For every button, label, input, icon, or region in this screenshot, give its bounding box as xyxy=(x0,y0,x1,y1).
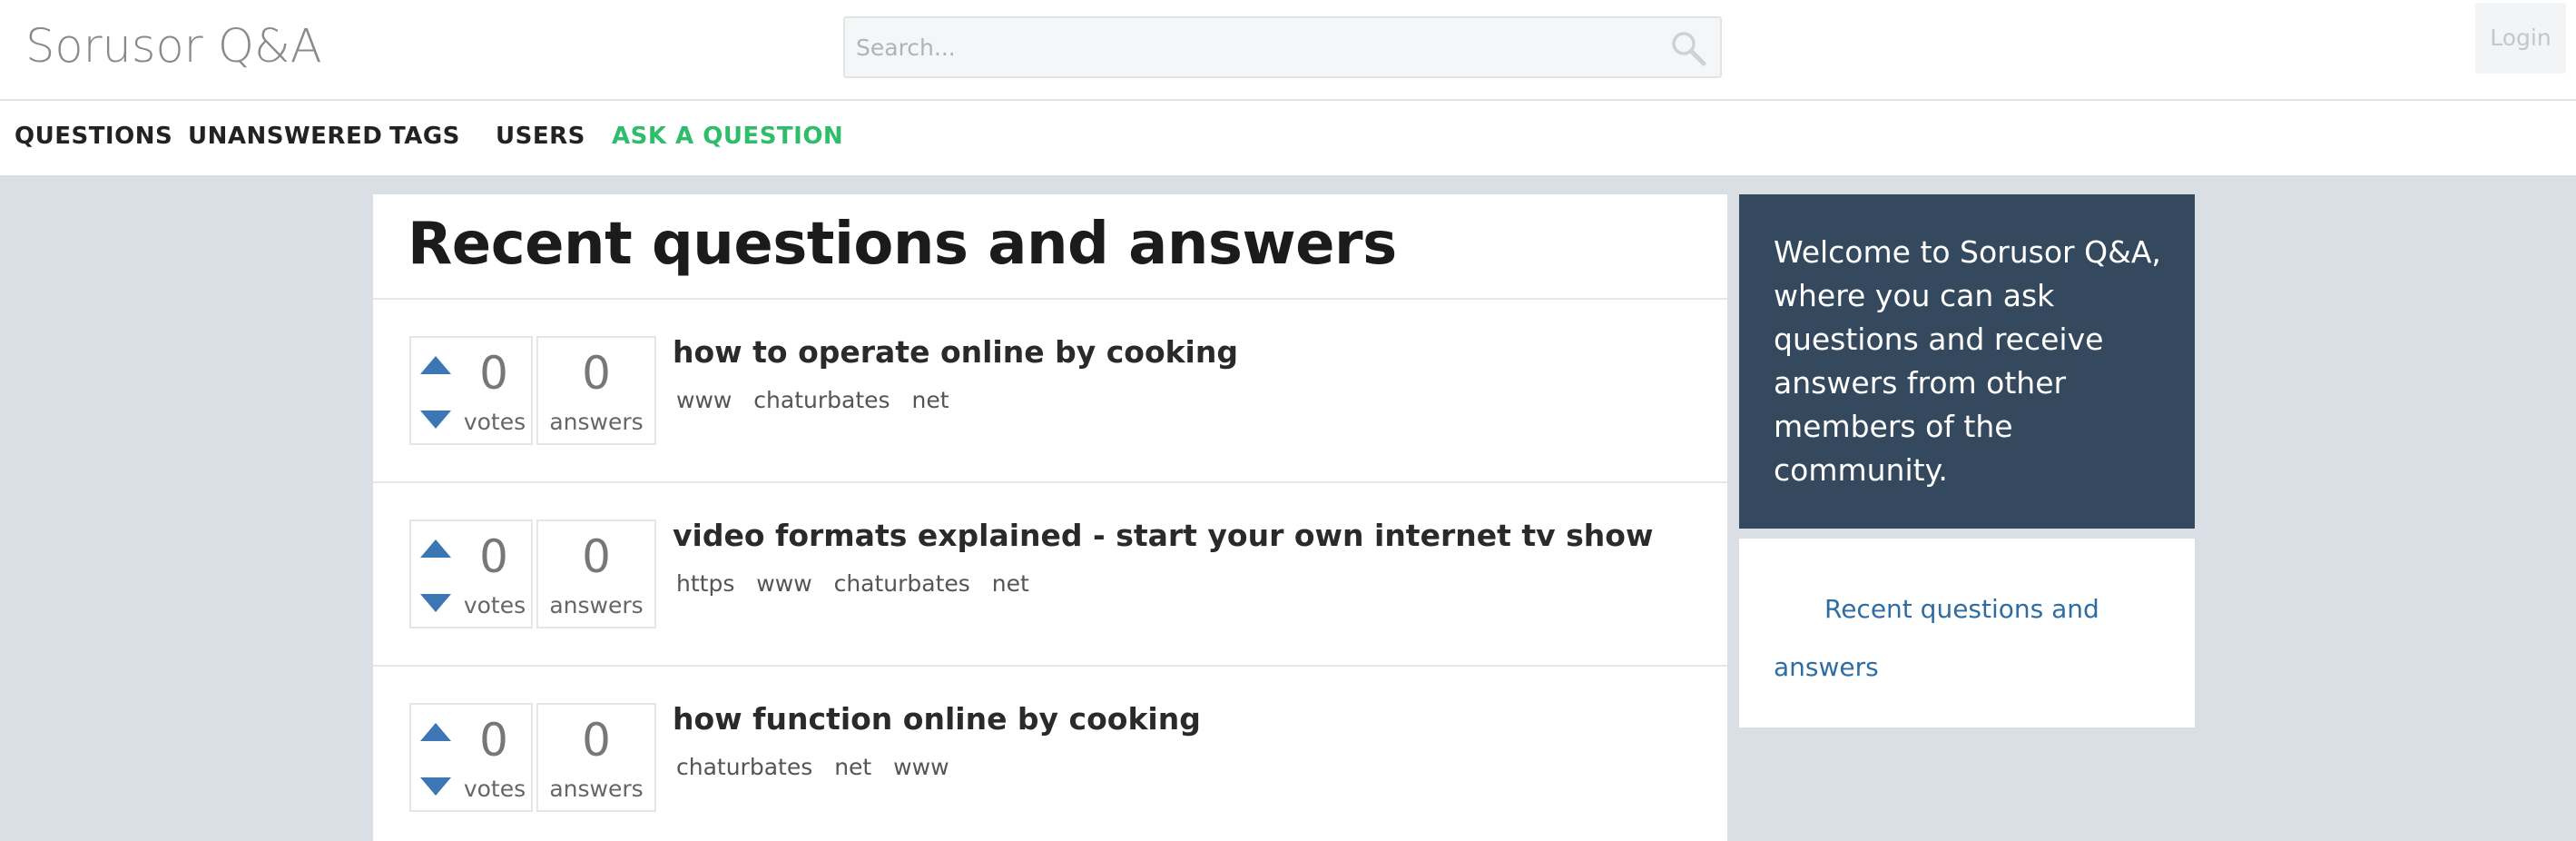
vote-box: 0 votes xyxy=(409,703,533,812)
vote-down-icon[interactable] xyxy=(420,777,451,796)
search-input[interactable] xyxy=(845,18,1720,76)
question-title[interactable]: how to operate online by cooking xyxy=(673,334,1238,370)
answers-label: answers xyxy=(549,776,644,802)
vote-box: 0 votes xyxy=(409,519,533,628)
vote-down-icon[interactable] xyxy=(420,594,451,612)
question-tags: www chaturbates net xyxy=(676,387,964,413)
nav-unanswered[interactable]: UNANSWERED xyxy=(188,123,382,150)
search-icon xyxy=(1672,32,1706,66)
search-bar xyxy=(843,16,1722,78)
search-button[interactable] xyxy=(1669,29,1709,69)
answer-count: 0 xyxy=(582,714,611,767)
tag[interactable]: www xyxy=(756,570,811,597)
vote-up-icon[interactable] xyxy=(420,539,451,558)
question-item: 0 votes 0 answers how function online by… xyxy=(373,667,1727,841)
vote-up-icon[interactable] xyxy=(420,356,451,374)
answer-count-box: 0 answers xyxy=(536,336,656,445)
vote-down-icon[interactable] xyxy=(420,411,451,429)
tag[interactable]: chaturbates xyxy=(753,387,890,413)
tag[interactable]: chaturbates xyxy=(834,570,970,597)
page-title: Recent questions and answers xyxy=(408,211,1397,278)
answer-count-box: 0 answers xyxy=(536,703,656,812)
tag[interactable]: www xyxy=(676,387,732,413)
vote-count: 0 xyxy=(479,714,508,767)
question-tags: https www chaturbates net xyxy=(676,570,1044,597)
vote-count: 0 xyxy=(479,347,508,400)
answer-count: 0 xyxy=(582,347,611,400)
answer-count-box: 0 answers xyxy=(536,519,656,628)
votes-label: votes xyxy=(463,409,526,435)
answers-label: answers xyxy=(549,409,644,435)
tag[interactable]: net xyxy=(911,387,949,413)
votes-label: votes xyxy=(463,592,526,618)
main-nav: QUESTIONS UNANSWERED TAGS USERS ASK A QU… xyxy=(0,101,2576,175)
nav-questions[interactable]: QUESTIONS xyxy=(15,123,172,150)
question-list-panel: Recent questions and answers 0 votes 0 a… xyxy=(373,194,1727,841)
answers-label: answers xyxy=(549,592,644,618)
tag[interactable]: net xyxy=(834,754,871,780)
nav-ask-question[interactable]: ASK A QUESTION xyxy=(612,123,843,150)
vote-box: 0 votes xyxy=(409,336,533,445)
recent-questions-link[interactable]: Recent questions and answers xyxy=(1774,580,2100,697)
votes-label: votes xyxy=(463,776,526,802)
site-logo[interactable]: Sorusor Q&A xyxy=(25,20,322,74)
question-title[interactable]: video formats explained - start your own… xyxy=(673,518,1653,553)
top-header: Sorusor Q&A Login xyxy=(0,0,2576,100)
tag[interactable]: https xyxy=(676,570,734,597)
nav-tags[interactable]: TAGS xyxy=(389,123,460,150)
question-title[interactable]: how function online by cooking xyxy=(673,701,1201,737)
tag[interactable]: www xyxy=(893,754,949,780)
login-button[interactable]: Login xyxy=(2475,3,2566,74)
sidebar-links: Recent questions and answers xyxy=(1739,539,2195,727)
tag[interactable]: net xyxy=(992,570,1029,597)
question-item: 0 votes 0 answers how to operate online … xyxy=(373,300,1727,483)
welcome-box: Welcome to Sorusor Q&A, where you can as… xyxy=(1739,194,2195,529)
nav-users[interactable]: USERS xyxy=(496,123,585,150)
answer-count: 0 xyxy=(582,530,611,583)
vote-count: 0 xyxy=(479,530,508,583)
question-item: 0 votes 0 answers video formats explaine… xyxy=(373,483,1727,667)
tag[interactable]: chaturbates xyxy=(676,754,812,780)
question-tags: chaturbates net www xyxy=(676,754,964,780)
vote-up-icon[interactable] xyxy=(420,723,451,741)
